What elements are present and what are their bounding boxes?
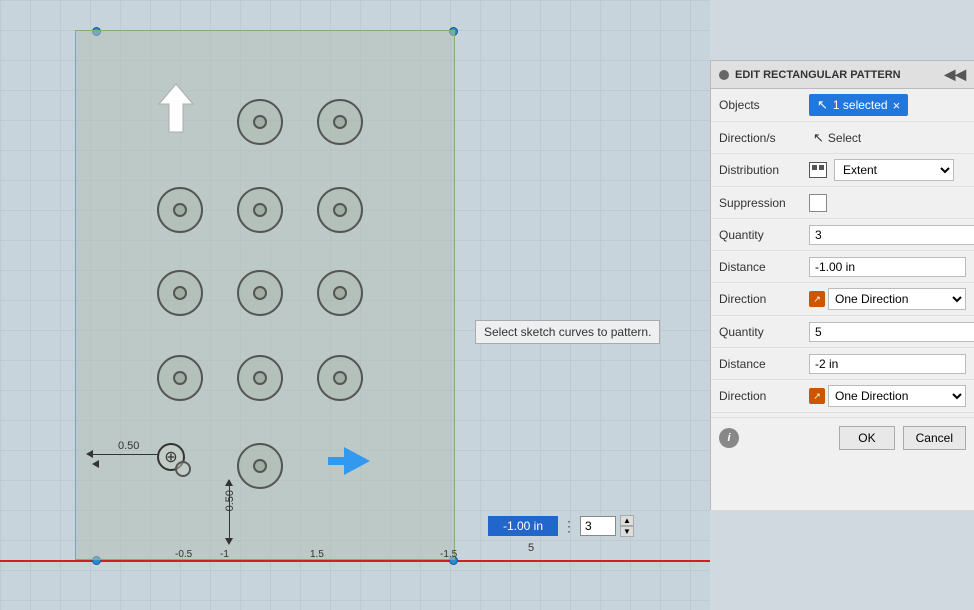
quantity2-row: Quantity ▲ ▼ <box>711 316 974 348</box>
objects-control: ↖ 1 selected × <box>809 94 966 116</box>
dim-scale-3: 1.5 <box>310 549 324 560</box>
vert-dimension: 0.50 <box>223 490 237 511</box>
circle-r4c1 <box>157 355 203 401</box>
circle-r2c3 <box>317 187 363 233</box>
panel-expand-btn[interactable]: ◀◀ <box>944 66 966 83</box>
circle-r3c2 <box>237 270 283 316</box>
quantity1-label: Quantity <box>719 228 809 242</box>
objects-row: Objects ↖ 1 selected × <box>711 89 974 122</box>
circle-r3c3 <box>317 270 363 316</box>
quantity2-input[interactable] <box>809 322 974 342</box>
objects-label: Objects <box>719 98 809 112</box>
direction2-icon: ↗ <box>809 388 825 404</box>
spinner-down[interactable]: ▼ <box>620 526 634 537</box>
selected-count-text: 1 selected <box>833 98 888 112</box>
dim-scale-1: -0.5 <box>175 549 192 560</box>
cursor-icon: ↖ <box>817 97 828 113</box>
panel-header-icon <box>719 70 729 80</box>
select-direction-btn[interactable]: ↖ Select <box>809 128 865 148</box>
circle-r1c2 <box>237 99 283 145</box>
spinner-up[interactable]: ▲ <box>620 515 634 526</box>
circle-r5c2 <box>237 443 283 489</box>
vert-arrow-top <box>225 479 233 486</box>
vert-arrow-bottom <box>225 538 233 545</box>
count-input[interactable] <box>580 516 616 536</box>
distance2-control <box>809 354 966 374</box>
distance2-row: Distance <box>711 348 974 380</box>
vert-dim-line <box>229 480 230 540</box>
distance-input[interactable] <box>488 516 558 536</box>
direction1-row: Direction ↗ One Direction <box>711 283 974 316</box>
right-panel: EDIT RECTANGULAR PATTERN ◀◀ Objects ↖ 1 … <box>710 60 974 510</box>
direction2-row: Direction ↗ One Direction <box>711 380 974 413</box>
distance1-control <box>809 257 966 277</box>
selected-badge: ↖ 1 selected × <box>809 94 908 116</box>
distribution-select[interactable]: Extent <box>834 159 954 181</box>
badge-close-btn[interactable]: × <box>893 99 901 112</box>
circle-r1c3 <box>317 99 363 145</box>
directions-label: Direction/s <box>719 131 809 145</box>
direction2-control: ↗ One Direction <box>809 385 966 407</box>
direction1-control: ↗ One Direction <box>809 288 966 310</box>
direction1-select[interactable]: One Direction <box>828 288 966 310</box>
horiz-dimension: 0.50 <box>86 448 179 460</box>
direction1-label: Direction <box>719 292 809 306</box>
quantity1-input[interactable] <box>809 225 974 245</box>
quantity2-control: ▲ ▼ <box>809 322 974 342</box>
panel-title: EDIT RECTANGULAR PATTERN <box>735 69 901 81</box>
suppression-checkbox[interactable] <box>809 194 827 212</box>
circle-r4c2 <box>237 355 283 401</box>
bottom-input-group[interactable]: ⋮ ▲ ▼ <box>488 515 634 537</box>
cursor-small-icon: ↖ <box>813 130 824 146</box>
canvas-tooltip: Select sketch curves to pattern. <box>475 320 660 344</box>
panel-header: EDIT RECTANGULAR PATTERN ◀◀ <box>711 61 974 89</box>
blue-right-arrow[interactable] <box>328 447 370 475</box>
circle-r4c3 <box>317 355 363 401</box>
direction2-label: Direction <box>719 389 809 403</box>
options-dots[interactable]: ⋮ <box>562 518 576 535</box>
count-spinner[interactable]: ▲ ▼ <box>620 515 634 537</box>
quantity1-row: Quantity ▲ ▼ <box>711 219 974 251</box>
arrow-up-icon <box>157 82 195 137</box>
suppression-row: Suppression <box>711 187 974 219</box>
distribution-row: Distribution Extent <box>711 154 974 187</box>
canvas-area: ⊕ 0.50 0.50 -0.5 -1 1.5 -1.5 Select sket… <box>0 0 710 610</box>
circle-r2c2 <box>237 187 283 233</box>
distance1-label: Distance <box>719 260 809 274</box>
directions-row: Direction/s ↖ Select <box>711 122 974 154</box>
distance1-input[interactable] <box>809 257 966 277</box>
direction1-icon: ↗ <box>809 291 825 307</box>
panel-footer: i OK Cancel <box>711 417 974 458</box>
suppression-label: Suppression <box>719 196 809 210</box>
distribution-control: Extent <box>809 159 966 181</box>
distance1-row: Distance <box>711 251 974 283</box>
info-button[interactable]: i <box>719 428 739 448</box>
dim-scale-2: -1 <box>220 549 229 560</box>
red-axis-line <box>0 560 710 562</box>
suppression-control <box>809 194 966 212</box>
directions-control: ↖ Select <box>809 128 966 148</box>
cancel-button[interactable]: Cancel <box>903 426 966 450</box>
distribution-icon <box>809 162 827 178</box>
distance2-label: Distance <box>719 357 809 371</box>
ok-button[interactable]: OK <box>839 426 894 450</box>
circle-r3c1 <box>157 270 203 316</box>
left-arrow-dim <box>92 460 99 468</box>
direction2-select[interactable]: One Direction <box>828 385 966 407</box>
handle-secondary[interactable] <box>175 461 191 477</box>
circle-r2c1 <box>157 187 203 233</box>
dim-scale-4: -1.5 <box>440 549 457 560</box>
quantity2-label: Quantity <box>719 325 809 339</box>
quantity1-control: ▲ ▼ <box>809 225 974 245</box>
bottom-count-label: 5 <box>528 542 534 554</box>
distribution-label: Distribution <box>719 163 809 177</box>
distance2-input[interactable] <box>809 354 966 374</box>
